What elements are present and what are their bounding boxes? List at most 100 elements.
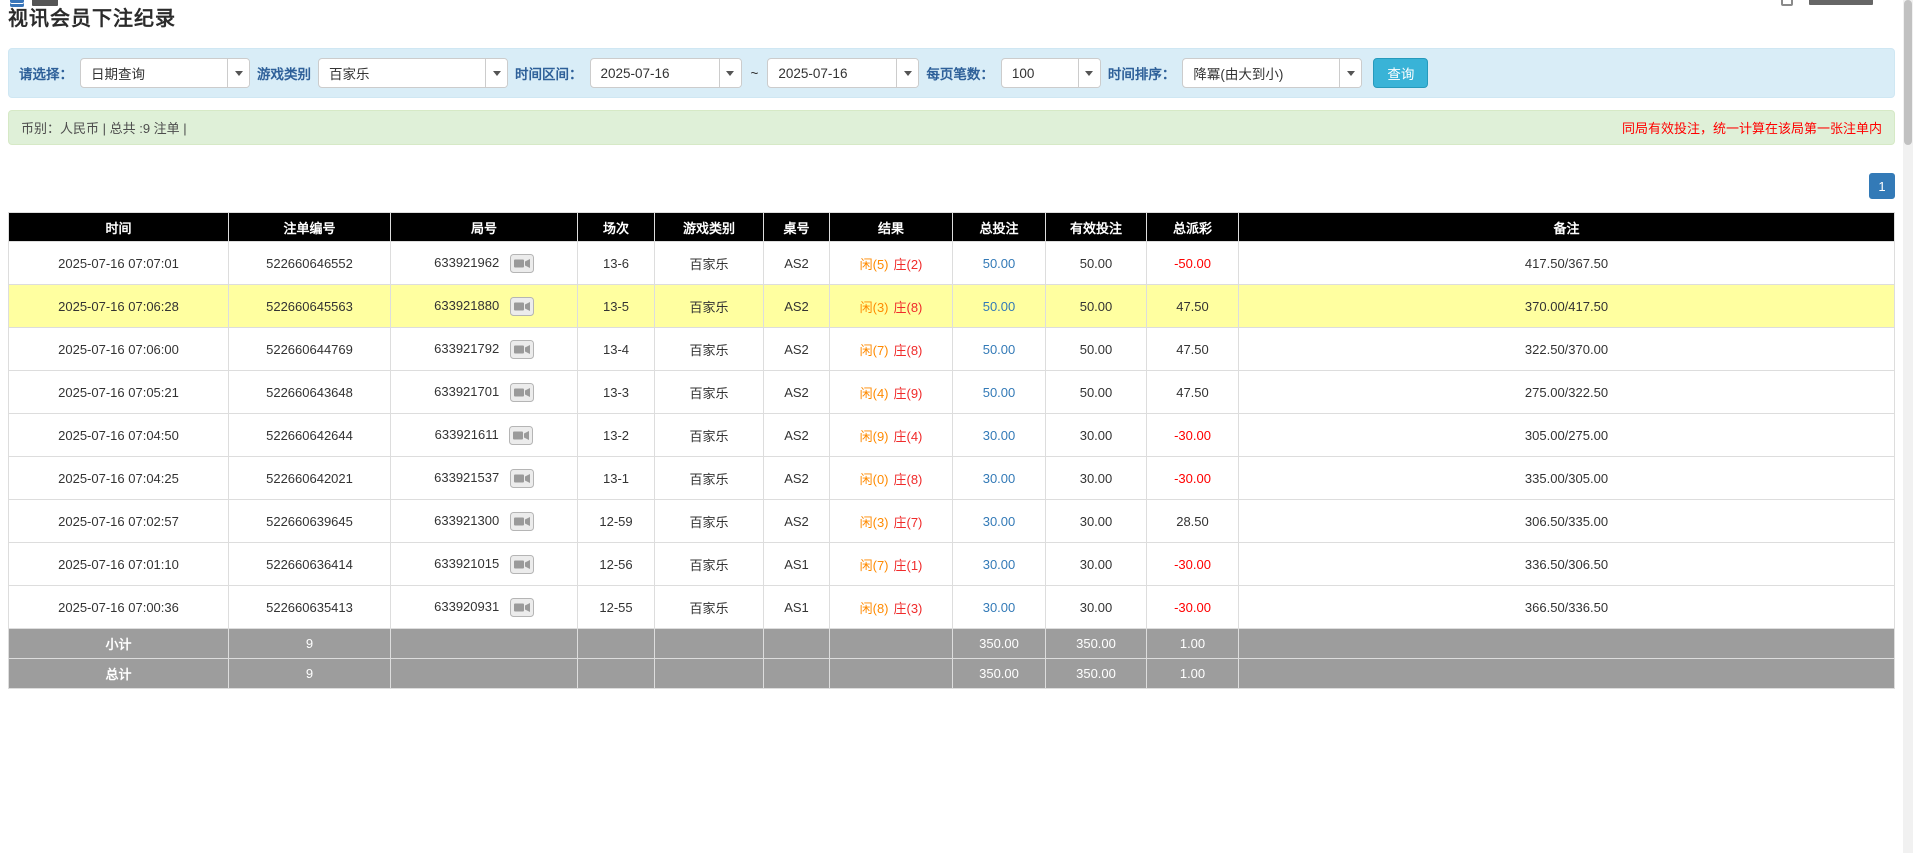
cell-time: 2025-07-16 07:06:28	[9, 285, 229, 328]
cell-bet-id: 522660639645	[229, 500, 391, 543]
sort-order-value: 降冪(由大到小)	[1183, 63, 1339, 83]
cell-bet-id: 522660646552	[229, 242, 391, 285]
round-number: 633920931	[434, 598, 499, 613]
video-replay-icon[interactable]	[510, 383, 534, 402]
cell-valid-bet: 50.00	[1046, 328, 1147, 371]
cell-payout: -30.00	[1147, 586, 1239, 629]
cell-result: 闲(4)庄(9)	[830, 371, 953, 414]
cell-total-bet[interactable]: 50.00	[953, 328, 1046, 371]
query-type-label: 请选择：	[19, 63, 73, 83]
cell-table-no: AS2	[764, 242, 830, 285]
cell-table-no: AS2	[764, 500, 830, 543]
cell-round: 633920931	[391, 586, 578, 629]
chevron-down-icon	[1339, 59, 1361, 87]
date-to-value: 2025-07-16	[768, 66, 896, 81]
cell-remark: 370.00/417.50	[1239, 285, 1895, 328]
table-row: 2025-07-16 07:06:00 522660644769 6339217…	[9, 328, 1895, 371]
cell-total-bet[interactable]: 30.00	[953, 500, 1046, 543]
cell-payout: 28.50	[1147, 500, 1239, 543]
cell-session: 12-59	[578, 500, 655, 543]
cell-result: 闲(7)庄(1)	[830, 543, 953, 586]
cell-time: 2025-07-16 07:02:57	[9, 500, 229, 543]
cell-table-no: AS2	[764, 328, 830, 371]
footer-empty-cell	[578, 659, 655, 689]
result-banker: 庄(8)	[894, 343, 923, 358]
cell-total-bet[interactable]: 30.00	[953, 414, 1046, 457]
cell-total-bet[interactable]: 50.00	[953, 285, 1046, 328]
result-banker: 庄(8)	[894, 300, 923, 315]
footer-bet-count: 9	[229, 659, 391, 689]
cell-session: 13-2	[578, 414, 655, 457]
game-type-select[interactable]: 百家乐	[318, 58, 508, 88]
video-replay-icon[interactable]	[510, 469, 534, 488]
cell-session: 13-3	[578, 371, 655, 414]
result-player: 闲(5)	[860, 257, 889, 272]
cell-total-bet[interactable]: 30.00	[953, 543, 1046, 586]
page-button-1[interactable]: 1	[1869, 173, 1895, 199]
cell-bet-id: 522660642021	[229, 457, 391, 500]
footer-valid-bet: 350.00	[1046, 629, 1147, 659]
sort-order-select[interactable]: 降冪(由大到小)	[1182, 58, 1362, 88]
video-replay-icon[interactable]	[510, 340, 534, 359]
cell-round: 633921962	[391, 242, 578, 285]
scrollbar-thumb[interactable]	[1904, 0, 1912, 145]
cell-total-bet[interactable]: 50.00	[953, 371, 1046, 414]
video-replay-icon[interactable]	[509, 426, 533, 445]
date-range-label: 时间区间：	[515, 63, 583, 83]
footer-total-bet: 350.00	[953, 659, 1046, 689]
cell-game-type: 百家乐	[655, 414, 764, 457]
cell-payout: -30.00	[1147, 543, 1239, 586]
round-number: 633921962	[434, 254, 499, 269]
table-footer: 小计 9 350.00 350.00 1.00 总计 9 350.00 350.…	[9, 629, 1895, 689]
footer-empty-cell	[830, 629, 953, 659]
cell-remark: 306.50/335.00	[1239, 500, 1895, 543]
result-banker: 庄(4)	[894, 429, 923, 444]
column-header: 有效投注	[1046, 213, 1147, 242]
cell-time: 2025-07-16 07:01:10	[9, 543, 229, 586]
result-banker: 庄(3)	[894, 601, 923, 616]
cell-result: 闲(3)庄(8)	[830, 285, 953, 328]
cell-remark: 275.00/322.50	[1239, 371, 1895, 414]
cell-time: 2025-07-16 07:04:25	[9, 457, 229, 500]
video-replay-icon[interactable]	[510, 598, 534, 617]
currency-summary-text: 币别：人民币 | 总共 :9 注单 |	[21, 118, 187, 137]
result-banker: 庄(1)	[894, 558, 923, 573]
video-replay-icon[interactable]	[510, 512, 534, 531]
query-type-select[interactable]: 日期查询	[80, 58, 250, 88]
column-header: 备注	[1239, 213, 1895, 242]
cell-total-bet[interactable]: 30.00	[953, 586, 1046, 629]
column-header: 时间	[9, 213, 229, 242]
cell-table-no: AS2	[764, 371, 830, 414]
cell-time: 2025-07-16 07:04:50	[9, 414, 229, 457]
column-header: 局号	[391, 213, 578, 242]
chevron-down-icon	[227, 59, 249, 87]
cell-remark: 322.50/370.00	[1239, 328, 1895, 371]
video-replay-icon[interactable]	[510, 555, 534, 574]
pagination: 1	[8, 173, 1895, 199]
vertical-scrollbar[interactable]	[1903, 0, 1913, 853]
footer-label: 总计	[9, 659, 229, 689]
column-header: 桌号	[764, 213, 830, 242]
round-number: 633921611	[435, 426, 499, 441]
cell-game-type: 百家乐	[655, 242, 764, 285]
search-button[interactable]: 查询	[1373, 58, 1428, 88]
cell-result: 闲(3)庄(7)	[830, 500, 953, 543]
video-replay-icon[interactable]	[510, 254, 534, 273]
footer-empty-cell	[1239, 629, 1895, 659]
page-size-label: 每页笔数：	[926, 63, 994, 83]
page-title: 视讯会员下注纪录	[8, 2, 1895, 31]
cell-total-bet[interactable]: 30.00	[953, 457, 1046, 500]
cell-payout: 47.50	[1147, 371, 1239, 414]
page-size-select[interactable]: 100	[1001, 58, 1101, 88]
date-to-select[interactable]: 2025-07-16	[767, 58, 919, 88]
date-from-select[interactable]: 2025-07-16	[590, 58, 742, 88]
table-row: 2025-07-16 07:07:01 522660646552 6339219…	[9, 242, 1895, 285]
chevron-down-icon	[485, 59, 507, 87]
video-replay-icon[interactable]	[510, 297, 534, 316]
cell-total-bet[interactable]: 50.00	[953, 242, 1046, 285]
result-banker: 庄(9)	[894, 386, 923, 401]
footer-empty-cell	[830, 659, 953, 689]
cell-session: 13-1	[578, 457, 655, 500]
footer-payout: 1.00	[1147, 659, 1239, 689]
cell-game-type: 百家乐	[655, 500, 764, 543]
